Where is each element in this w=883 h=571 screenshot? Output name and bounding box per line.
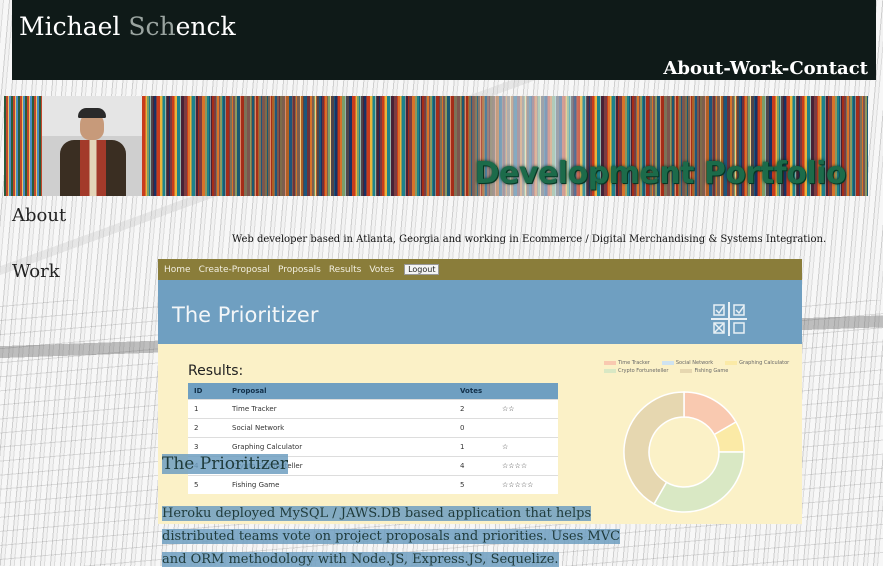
ballot-grid-icon (711, 302, 747, 336)
cell-id: 1 (188, 399, 226, 419)
results-donut-chart (623, 391, 745, 513)
cell-id: 5 (188, 475, 226, 494)
legend-label: Fishing Game (694, 368, 729, 374)
table-row: 5 Fishing Game 5 ☆☆☆☆☆ (188, 475, 558, 494)
brand-sch: Sch (128, 12, 176, 41)
cell-proposal: Social Network (226, 418, 454, 438)
cell-stars: ☆☆☆☆☆ (496, 475, 558, 494)
proj-nav-home: Home (164, 264, 191, 275)
about-heading: About (12, 205, 67, 226)
legend-item: Time Tracker (604, 360, 650, 366)
nav-work-link[interactable]: -Work (723, 58, 781, 79)
cell-votes: 1 (454, 437, 496, 457)
legend-label: Graphing Calculator (739, 360, 790, 366)
results-table: ID Proposal Votes 1 Time Tracker 2 ☆☆ 2 Socia… (188, 383, 558, 494)
col-stars-header (496, 383, 558, 400)
proj-nav-create: Create-Proposal (198, 264, 270, 275)
cell-stars (496, 418, 558, 438)
legend-item: Graphing Calculator (725, 360, 789, 366)
col-proposal-header: Proposal (226, 383, 454, 400)
cell-stars: ☆☆ (496, 399, 558, 419)
legend-label: Crypto Fortuneteller (618, 368, 669, 374)
desc-line-3: and ORM methodology with Node.JS, Expres… (162, 552, 559, 567)
intro-text: Web developer based in Atlanta, Georgia … (232, 234, 827, 245)
cell-votes: 0 (454, 418, 496, 438)
legend-item: Social Network (661, 360, 714, 366)
desc-line-2: distributed teams vote on project propos… (162, 529, 621, 544)
results-header-row: ID Proposal Votes (188, 383, 558, 400)
site-brand[interactable]: Michael Schenck (19, 12, 236, 41)
legend-swatch (680, 368, 693, 373)
legend-label: Time Tracker (618, 360, 650, 366)
brand-rest: enck (175, 12, 236, 41)
banner-left-strip (4, 96, 42, 196)
site-header: Michael Schenck About-Work-Contact (12, 0, 876, 80)
results-label: Results: (188, 363, 244, 379)
cell-votes: 2 (454, 399, 496, 419)
legend-item: Fishing Game (680, 368, 728, 374)
legend-swatch (604, 360, 616, 365)
cell-proposal: Time Tracker (226, 399, 454, 419)
banner-title: Development Portfolio (474, 156, 847, 191)
col-id-header: ID (188, 383, 226, 400)
col-votes-header: Votes (454, 383, 496, 400)
top-nav: About-Work-Contact (663, 58, 868, 79)
proj-nav-votes: Votes (369, 264, 395, 275)
photo-body (60, 140, 126, 196)
cell-id: 2 (188, 418, 226, 438)
proj-logout-button: Logout (404, 264, 440, 275)
legend-swatch (661, 360, 674, 365)
cell-stars: ☆☆☆☆ (496, 456, 558, 476)
cell-votes: 4 (454, 456, 496, 476)
cell-stars: ☆ (496, 437, 558, 457)
cell-proposal: Fishing Game (226, 475, 454, 494)
nav-contact-link[interactable]: -Contact (782, 58, 868, 79)
project-nav: Home Create-Proposal Proposals Results V… (158, 259, 802, 280)
legend-item: Crypto Fortuneteller (604, 368, 668, 374)
project-hero: The Prioritizer (158, 280, 802, 344)
proj-nav-results: Results (328, 264, 362, 275)
legend-swatch (604, 368, 616, 373)
proj-nav-proposals: Proposals (277, 264, 321, 275)
chart-legend: Time Tracker Social Network Graphing Calcu… (598, 359, 798, 375)
project-caption-title: The Prioritizer (162, 454, 288, 474)
legend-swatch (725, 360, 738, 365)
brand-first: Michael (19, 12, 129, 41)
cell-votes: 5 (454, 475, 496, 494)
portfolio-banner: Development Portfolio (4, 96, 868, 196)
legend-label: Social Network (675, 360, 714, 366)
work-heading: Work (12, 261, 60, 282)
project-screenshot[interactable]: Home Create-Proposal Proposals Results V… (158, 259, 802, 524)
table-row: 2 Social Network 0 (188, 418, 558, 438)
desc-line-1: Heroku deployed MySQL / JAWS.DB based ap… (162, 506, 592, 521)
donut-slice-crypto-fortuneteller (652, 451, 745, 513)
photo-cap (78, 108, 106, 118)
profile-photo (42, 96, 142, 196)
project-description: Heroku deployed MySQL / JAWS.DB based ap… (162, 502, 642, 571)
table-row: 1 Time Tracker 2 ☆☆ (188, 399, 558, 419)
project-hero-title: The Prioritizer (172, 303, 319, 327)
nav-about-link[interactable]: About (663, 58, 723, 79)
